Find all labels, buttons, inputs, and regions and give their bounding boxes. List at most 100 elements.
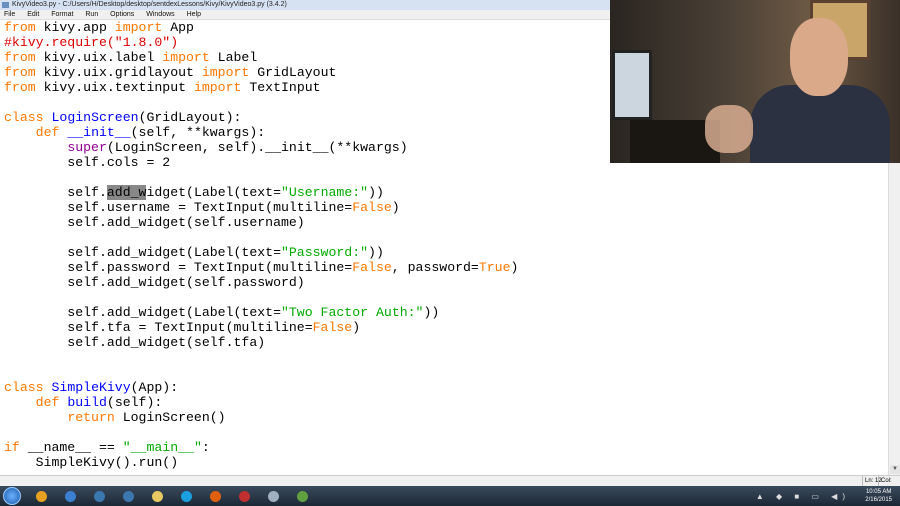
code-token: idget(Label(text=: [146, 185, 282, 200]
taskbar-python[interactable]: [117, 488, 139, 504]
code-token: import: [193, 80, 242, 95]
firefox-icon: [209, 490, 221, 502]
taskbar-paint[interactable]: [233, 488, 255, 504]
window-title: KivyVideo3.py - C:/Users/H/Desktop/deskt…: [12, 1, 287, 8]
code-token: self.cols = 2: [4, 155, 171, 170]
code-token: (self, **kwargs):: [130, 125, 266, 140]
code-line: self.add_widget(Label(text="Password:")): [4, 245, 518, 260]
code-token: LoginScreen: [51, 110, 139, 125]
start-button[interactable]: [3, 487, 21, 505]
code-line: from kivy.uix.gridlayout import GridLayo…: [4, 65, 518, 80]
code-token: kivy.uix.textinput: [35, 80, 194, 95]
code-token: self.password = TextInput(multiline=: [4, 260, 353, 275]
code-token: "__main__": [122, 440, 202, 455]
code-token: (LoginScreen, self).__init__(**kwargs): [106, 140, 408, 155]
code-token: def: [35, 125, 60, 140]
code-token: return: [67, 410, 115, 425]
taskbar-firefox[interactable]: [204, 488, 226, 504]
code-line: from kivy.app import App: [4, 20, 518, 35]
taskbar-chrome[interactable]: [30, 488, 52, 504]
code-token: import: [162, 50, 210, 65]
code-token: if: [4, 440, 20, 455]
taskbar-file-explorer[interactable]: [146, 488, 168, 504]
code-line: self.add_widget(self.tfa): [4, 335, 518, 350]
code-token: kivy.app: [35, 20, 115, 35]
code-token: True: [478, 260, 511, 275]
code-token: False: [352, 260, 392, 275]
chrome-icon: [35, 490, 47, 502]
menu-run[interactable]: Run: [85, 11, 98, 18]
code-token: self.: [4, 185, 107, 200]
menu-format[interactable]: Format: [51, 11, 73, 18]
code-token: class: [4, 110, 44, 125]
code-token: __name__ ==: [19, 440, 123, 455]
taskbar-webcam[interactable]: [262, 488, 284, 504]
code-line: self.cols = 2: [4, 155, 518, 170]
code-token: build: [67, 395, 107, 410]
code-text[interactable]: from kivy.app import App #kivy.require("1…: [4, 20, 518, 470]
clock[interactable]: 10:05 AM 2/16/2015: [865, 488, 892, 504]
taskbar: ▲ ◆ ■ ▭ ◀) 10:05 AM 2/16/2015: [0, 486, 900, 506]
tray-icons[interactable]: ▲ ◆ ■ ▭ ◀): [756, 492, 850, 501]
code-token: from: [4, 80, 36, 95]
code-line: if __name__ == "__main__":: [4, 440, 518, 455]
code-line: super(LoginScreen, self).__init__(**kwar…: [4, 140, 518, 155]
code-line: #kivy.require("1.8.0"): [4, 35, 518, 50]
menu-file[interactable]: File: [4, 11, 15, 18]
code-token: TextInput: [241, 80, 321, 95]
code-token: )): [368, 245, 384, 260]
code-token: (GridLayout):: [138, 110, 242, 125]
code-line: from kivy.uix.textinput import TextInput: [4, 80, 518, 95]
taskbar-skype[interactable]: [175, 488, 197, 504]
python-icon: [122, 490, 134, 502]
idle-icon: [2, 2, 9, 8]
code-token: self.tfa = TextInput(multiline=: [4, 320, 313, 335]
code-token: from: [4, 50, 36, 65]
clock-time: 10:05 AM: [865, 489, 892, 495]
code-token: , password=: [391, 260, 479, 275]
code-line: self.tfa = TextInput(multiline=False): [4, 320, 518, 335]
code-token: self.add_widget(self.tfa): [4, 335, 266, 350]
paint-icon: [238, 490, 250, 502]
menu-options[interactable]: Options: [110, 11, 134, 18]
code-token: )): [368, 185, 384, 200]
code-token: self.add_widget(self.username): [4, 215, 305, 230]
taskbar-media-player[interactable]: [59, 488, 81, 504]
code-token: self.add_widget(Label(text=: [4, 305, 281, 320]
selected-text: add_w: [106, 185, 147, 200]
code-token: kivy.uix.gridlayout: [35, 65, 202, 80]
code-token: "Password:": [280, 245, 369, 260]
taskbar-notepad[interactable]: [291, 488, 313, 504]
menu-windows[interactable]: Windows: [146, 11, 174, 18]
code-token: ): [391, 200, 400, 215]
media-player-icon: [64, 490, 76, 502]
code-line: class SimpleKivy(App):: [4, 380, 518, 395]
code-line: self.username = TextInput(multiline=Fals…: [4, 200, 518, 215]
code-token: "Two Factor Auth:": [280, 305, 424, 320]
taskbar-python-idle[interactable]: [88, 488, 110, 504]
python-idle-icon: [93, 490, 105, 502]
code-line: SimpleKivy().run(): [4, 455, 518, 470]
code-line: self.add_widget(Label(text="Two Factor A…: [4, 305, 518, 320]
code-line: self.add_widget(self.username): [4, 215, 518, 230]
code-token: from: [4, 65, 36, 80]
menu-edit[interactable]: Edit: [27, 11, 39, 18]
code-token: super: [67, 140, 107, 155]
scroll-down-icon[interactable]: ▼: [890, 465, 900, 474]
code-token: :: [201, 440, 210, 455]
code-line: self.add_widget(Label(text="Username:")): [4, 185, 518, 200]
code-token: class: [4, 380, 44, 395]
notepad-icon: [296, 490, 308, 502]
code-token: #kivy.require("1.8.0"): [4, 35, 179, 50]
code-token: SimpleKivy().run(): [4, 455, 179, 470]
menu-help[interactable]: Help: [187, 11, 201, 18]
